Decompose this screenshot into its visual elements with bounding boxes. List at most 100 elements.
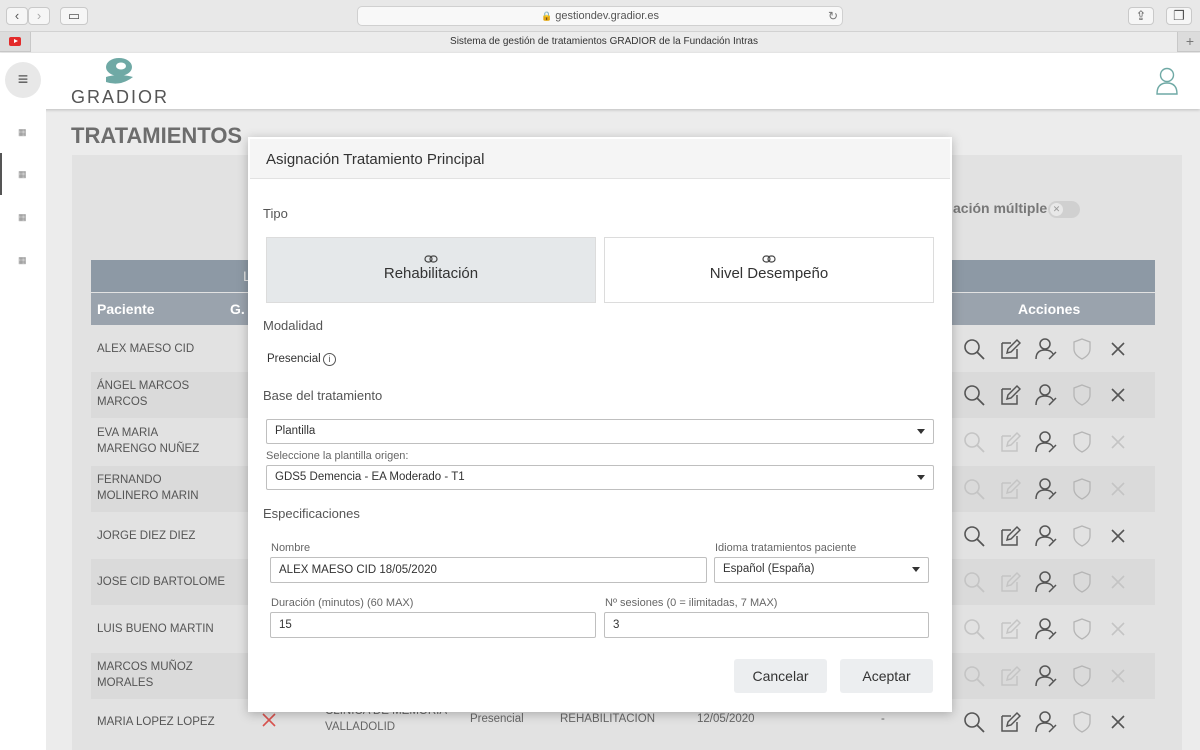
edit-icon[interactable] [999,618,1021,640]
col-paciente[interactable]: Paciente [97,301,155,317]
close-icon[interactable] [1111,388,1125,402]
tipo-rehabilitacion-label: Rehabilitación [383,265,479,282]
row-dash: - [881,713,885,725]
row-actions [961,466,1141,512]
assign-user-icon[interactable] [1035,477,1057,501]
tipo-rehabilitacion-button[interactable]: Rehabilitación [266,237,596,303]
sesiones-input[interactable]: 3 [604,612,929,638]
tipo-nivel-desempeno-button[interactable]: Nivel Desempeño [604,237,934,303]
idioma-label: Idioma tratamientos paciente [715,542,857,554]
duracion-input[interactable]: 15 [270,612,596,638]
accept-button[interactable]: Aceptar [840,659,933,693]
center-line2: VALLADOLID [325,721,396,733]
shield-icon[interactable] [1073,384,1091,406]
shield-icon[interactable] [1073,478,1091,500]
patient-name-line1: ALEX MAESO CID [97,343,195,355]
side-nav: ▦ ▦ ▦ ▦ [0,109,46,750]
shield-icon[interactable] [1073,618,1091,640]
idioma-select-value: Español (España) [723,563,815,575]
shield-icon[interactable] [1073,711,1091,733]
search-icon[interactable] [963,478,985,500]
user-icon[interactable] [1156,67,1178,100]
close-icon[interactable] [1111,529,1125,543]
multi-assign-toggle[interactable]: ✕ [1048,201,1080,218]
row-actions [961,653,1141,699]
cancel-button[interactable]: Cancelar [734,659,827,693]
close-icon[interactable] [1111,669,1125,683]
search-icon[interactable] [963,431,985,453]
youtube-icon[interactable] [9,37,21,46]
close-icon[interactable] [1111,715,1125,729]
close-icon[interactable] [1111,342,1125,356]
idioma-select[interactable]: Español (España) [714,557,929,583]
side-nav-icon-2[interactable]: ▦ [18,169,28,179]
forward-icon[interactable]: › [28,7,50,25]
patient-name-line2: MARCOS [97,396,148,408]
shield-icon[interactable] [1073,571,1091,593]
search-icon[interactable] [963,525,985,547]
menu-icon[interactable]: ≡ [5,62,41,98]
shield-icon[interactable] [1073,525,1091,547]
search-icon[interactable] [963,384,985,406]
search-icon[interactable] [963,618,985,640]
info-icon[interactable]: i [323,353,336,366]
edit-icon[interactable] [999,525,1021,547]
search-icon[interactable] [963,338,985,360]
side-nav-icon-4[interactable]: ▦ [18,255,28,265]
nombre-input[interactable]: ALEX MAESO CID 18/05/2020 [270,557,707,583]
base-label: Base del tratamiento [263,388,383,403]
modal-header: Asignación Tratamiento Principal [250,139,950,179]
base-select-value: Plantilla [275,425,316,437]
assign-user-icon[interactable] [1035,430,1057,454]
url-text: gestiondev.gradior.es [555,10,659,22]
assign-user-icon[interactable] [1035,383,1057,407]
edit-icon[interactable] [999,431,1021,453]
assign-user-icon[interactable] [1035,710,1057,734]
assign-treatment-modal: Asignación Tratamiento Principal Tipo Re… [248,137,952,712]
shield-icon[interactable] [1073,665,1091,687]
tab-title[interactable]: Sistema de gestión de tratamientos GRADI… [30,32,1178,52]
edit-icon[interactable] [999,338,1021,360]
new-tab-icon[interactable]: + [1186,33,1194,49]
search-icon[interactable] [963,665,985,687]
edit-icon[interactable] [999,711,1021,733]
row-actions [961,326,1141,372]
plantilla-select[interactable]: GDS5 Demencia - EA Moderado - T1 [266,465,934,490]
especificaciones-label: Especificaciones [263,506,360,521]
assign-user-icon[interactable] [1035,524,1057,548]
side-nav-icon-3[interactable]: ▦ [18,212,28,222]
assign-user-icon[interactable] [1035,570,1057,594]
close-icon[interactable] [1111,435,1125,449]
close-icon[interactable] [1111,482,1125,496]
patient-name-line1: MARIA LOPEZ LOPEZ [97,716,215,728]
close-icon[interactable] [1111,575,1125,589]
logo-text: GRADIOR [70,87,169,107]
shield-icon[interactable] [1073,338,1091,360]
patient-name: JOSE CID BARTOLOME [97,574,225,590]
close-icon[interactable] [1111,622,1125,636]
sidebar-toggle-icon[interactable]: ▭ [60,7,88,25]
base-select[interactable]: Plantilla [266,419,934,444]
reload-icon[interactable]: ↻ [828,7,838,26]
edit-icon[interactable] [999,478,1021,500]
shield-icon[interactable] [1073,431,1091,453]
back-icon[interactable]: ‹ [6,7,28,25]
side-nav-active-indicator [0,153,2,195]
tipo-label: Tipo [263,206,288,221]
side-nav-icon-1[interactable]: ▦ [18,127,28,137]
tabs-icon[interactable]: ❐ [1166,7,1192,25]
search-icon[interactable] [963,711,985,733]
assign-user-icon[interactable] [1035,617,1057,641]
search-icon[interactable] [963,571,985,593]
row-actions [961,419,1141,465]
share-icon[interactable]: ⇪ [1128,7,1154,25]
col-g[interactable]: G. [230,301,245,317]
address-bar[interactable]: 🔒 gestiondev.gradior.es ↻ [357,6,843,26]
edit-icon[interactable] [999,571,1021,593]
edit-icon[interactable] [999,665,1021,687]
edit-icon[interactable] [999,384,1021,406]
tipo-nivel-desempeno-label: Nivel Desempeño [709,265,829,282]
assign-user-icon[interactable] [1035,337,1057,361]
logo[interactable]: GRADIOR [70,57,170,107]
assign-user-icon[interactable] [1035,664,1057,688]
